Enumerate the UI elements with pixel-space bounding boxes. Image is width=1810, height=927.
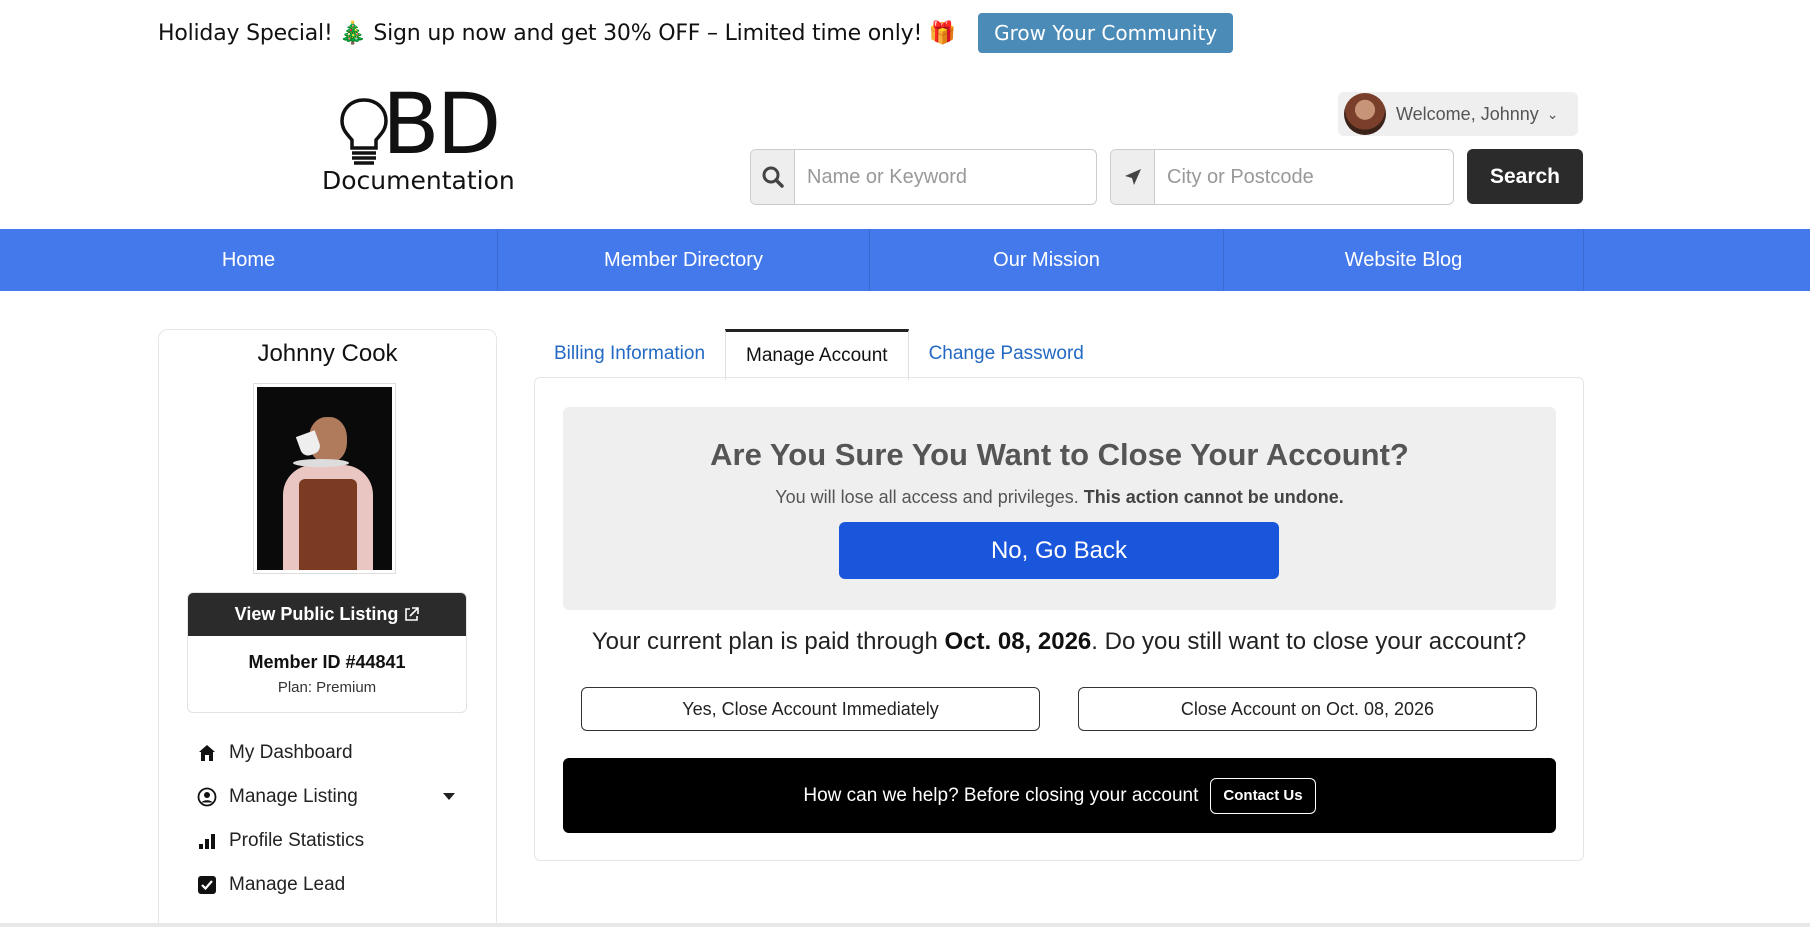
tab-manage-account[interactable]: Manage Account [725,329,909,380]
warning-subtitle-plain: You will lose all access and privileges. [775,487,1079,507]
account-menu: My Dashboard Manage Listing Profile Stat… [197,731,467,907]
view-public-listing-button[interactable]: View Public Listing [188,593,466,636]
location-search-group [1110,149,1454,205]
keyword-search-input[interactable] [795,150,1096,204]
plan-suffix: . Do you still want to close your accoun… [1091,628,1527,655]
menu-item-my-dashboard[interactable]: My Dashboard [197,731,467,775]
menu-item-label: Manage Lead [229,874,346,895]
plan-date: Oct. 08, 2026 [944,628,1092,655]
checkbox-icon [197,875,217,895]
search-icon [751,150,795,204]
menu-item-label: Profile Statistics [229,830,365,851]
search-button[interactable]: Search [1467,149,1583,204]
contact-us-button[interactable]: Contact Us [1210,777,1316,814]
bar-chart-icon [197,831,217,851]
view-public-listing-label: View Public Listing [234,604,399,624]
promo-banner: Holiday Special! 🎄 Sign up now and get 3… [158,13,1234,53]
nav-item-our-mission[interactable]: Our Mission [870,229,1224,291]
help-text: How can we help? Before closing your acc… [803,784,1199,806]
logo-subtitle: Documentation [322,166,515,195]
warning-subtitle-bold: This action cannot be undone. [1083,487,1344,507]
menu-item-manage-lead[interactable]: Manage Lead [197,863,467,907]
menu-item-label: Manage Listing [229,786,358,807]
page-bottom-divider [0,923,1810,927]
menu-item-profile-statistics[interactable]: Profile Statistics [197,819,467,863]
grow-community-button[interactable]: Grow Your Community [978,13,1234,53]
warning-title: Are You Sure You Want to Close Your Acco… [710,437,1409,472]
menu-item-manage-listing[interactable]: Manage Listing [197,775,467,819]
account-tabs: Billing Information Manage Account Chang… [534,329,1104,380]
member-plan: Plan: Premium [277,679,377,696]
main-nav: Home Member Directory Our Mission Websit… [0,229,1810,291]
close-account-later-button[interactable]: Close Account on Oct. 08, 2026 [1078,687,1537,731]
user-circle-icon [197,787,217,807]
home-icon [197,743,217,763]
user-menu[interactable]: Welcome, Johnny ⌄ [1338,92,1578,136]
tab-billing-information[interactable]: Billing Information [534,329,725,379]
warning-subtitle: You will lose all access and privileges.… [563,487,1556,508]
member-card: View Public Listing Member ID #44841 Pla… [187,592,467,713]
plan-status-text: Your current plan is paid through Oct. 0… [535,628,1583,656]
close-account-warning: Are You Sure You Want to Close Your Acco… [563,407,1556,610]
close-account-now-button[interactable]: Yes, Close Account Immediately [581,687,1040,731]
plan-prefix: Your current plan is paid through [591,628,938,655]
promo-text: Holiday Special! 🎄 Sign up now and get 3… [158,20,957,46]
profile-sidebar: Johnny Cook View Public Listing Member I… [158,329,497,927]
menu-item-label: My Dashboard [229,742,353,763]
welcome-label: Welcome, Johnny [1396,103,1539,124]
avatar [1344,93,1386,135]
location-arrow-icon [1111,150,1155,204]
tab-change-password[interactable]: Change Password [909,329,1104,379]
nav-item-website-blog[interactable]: Website Blog [1224,229,1584,291]
profile-name: Johnny Cook [257,340,398,367]
help-bar: How can we help? Before closing your acc… [563,758,1556,833]
caret-down-icon[interactable] [443,793,455,800]
external-link-icon [405,607,420,621]
location-search-input[interactable] [1155,150,1453,204]
manage-account-panel: Are You Sure You Want to Close Your Acco… [534,377,1584,861]
go-back-button[interactable]: No, Go Back [839,522,1279,579]
profile-photo [253,383,396,574]
chevron-down-icon: ⌄ [1546,105,1559,122]
nav-item-member-directory[interactable]: Member Directory [498,229,870,291]
nav-item-home[interactable]: Home [0,229,498,291]
logo-mark-text: BD [382,75,501,173]
keyword-search-group [750,149,1097,205]
site-logo[interactable]: BD Documentation [322,82,532,196]
member-id: Member ID #44841 [248,652,406,672]
